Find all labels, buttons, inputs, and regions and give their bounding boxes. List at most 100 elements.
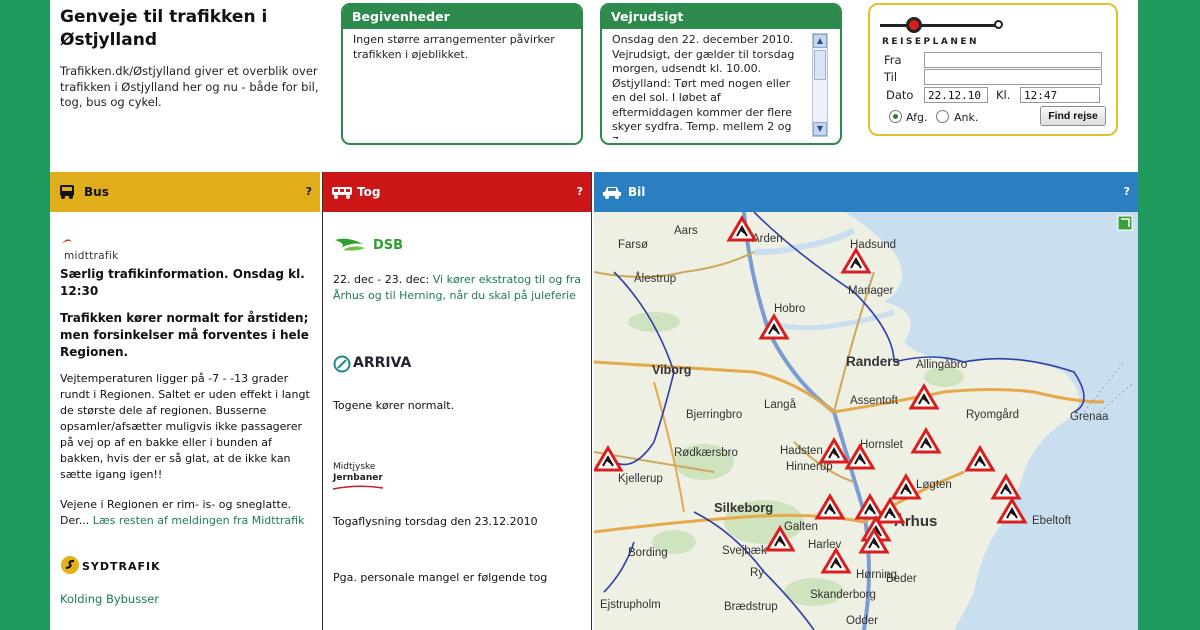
train-body: DSB 22. dec - 23. dec: Vi kører ekstrato…	[323, 234, 591, 586]
from-label: Fra	[884, 53, 902, 67]
place-ryomgard: Ryomgård	[966, 409, 1019, 421]
scroll-down-icon[interactable]: ▼	[813, 122, 827, 136]
midtjyske-jernbaner-logo: Midtjyske Jernbaner	[333, 462, 581, 490]
place-viborg: Viborg	[652, 363, 691, 377]
place-farso: Farsø	[618, 239, 648, 251]
time-label: Kl.	[996, 88, 1011, 102]
dsb-message: 22. dec - 23. dec: Vi kører ekstratog ti…	[333, 272, 581, 304]
page: Genveje til trafikken i Østjylland Trafi…	[50, 0, 1138, 630]
car-title: Bil	[628, 185, 646, 199]
place-svejbaek: Svejbæk	[722, 545, 767, 557]
find-journey-button[interactable]: Find rejse	[1040, 106, 1106, 126]
bus-headline: Særlig trafikinformation. Onsdag kl. 12:…	[60, 267, 305, 298]
bus-help-link[interactable]: ?	[306, 172, 312, 212]
place-alestrup: Ålestrup	[634, 272, 676, 285]
place-arden: Arden	[752, 233, 783, 245]
place-hobro: Hobro	[774, 303, 805, 315]
date-label: Dato	[886, 88, 914, 102]
arrival-radio[interactable]	[936, 110, 949, 123]
journey-logo-line	[880, 24, 998, 27]
place-rodkaersbro: Rødkærsbro	[674, 447, 738, 459]
arriva-status: Togene kører normalt.	[333, 399, 455, 412]
car-header: Bil ?	[594, 172, 1138, 212]
place-randers: Randers	[846, 354, 900, 369]
car-column: Bil ? Aars Arden Hadsund Farsø Ålestrup …	[594, 172, 1138, 630]
dsb-dates: 22. dec - 23. dec:	[333, 273, 430, 286]
sydtrafik-logo: SYDTRAFIK	[60, 555, 310, 579]
weather-panel: Vejrudsigt Onsdag den 22. december 2010.…	[600, 3, 842, 145]
place-ry: Ry	[750, 567, 764, 579]
train-cancel-text: Togaflysning torsdag den 23.12.2010	[333, 515, 538, 528]
place-aars: Aars	[674, 225, 698, 237]
to-input[interactable]	[924, 69, 1102, 85]
time-input[interactable]	[1020, 87, 1100, 103]
from-input[interactable]	[924, 52, 1102, 68]
journey-logo-dot	[906, 17, 922, 33]
bus-body: midttrafik Særlig trafikinformation. Ons…	[50, 236, 320, 607]
midtjyske-jernbaner-swoosh	[333, 485, 383, 490]
train-help-link[interactable]: ?	[577, 172, 583, 212]
events-panel: Begivenheder Ingen større arrangementer …	[341, 3, 583, 145]
bus-header: Bus ?	[50, 172, 320, 212]
scroll-thumb[interactable]	[814, 50, 826, 80]
place-ejstrupholm: Ejstrupholm	[600, 599, 661, 611]
place-logten: Løgten	[916, 479, 952, 491]
arriva-logo-text: ARRIVA	[353, 355, 412, 371]
journey-logo-end	[994, 20, 1003, 29]
dsb-logo: DSB	[333, 234, 581, 260]
page-title: Genveje til trafikken i Østjylland	[60, 7, 268, 50]
place-bjerringbro: Bjerringbro	[686, 409, 742, 421]
bus-column: Bus ? midttrafik Særlig trafikinformatio…	[50, 172, 320, 630]
train-header: Tog ?	[323, 172, 591, 212]
traffic-map[interactable]: Aars Arden Hadsund Farsø Ålestrup Hobro …	[594, 212, 1138, 630]
midttrafik-logo: midttrafik	[60, 236, 310, 262]
arriva-logo-icon	[333, 355, 351, 373]
place-kjellerup: Kjellerup	[618, 473, 663, 485]
place-horning: Hørning	[856, 569, 897, 581]
intro: Genveje til trafikken i Østjylland Trafi…	[60, 6, 330, 111]
place-silkeborg: Silkeborg	[714, 500, 773, 515]
weather-scrollbar[interactable]: ▲ ▼	[812, 33, 828, 137]
bus-body-text: Vejtemperaturen ligger på -7 - -13 grade…	[60, 372, 310, 481]
midtjyske-jernbaner-line1: Midtjyske	[333, 462, 376, 472]
bus-more-link[interactable]: Læs resten af meldingen fra Midttrafik	[93, 514, 305, 527]
scroll-up-icon[interactable]: ▲	[813, 34, 827, 48]
place-allingabro: Allingåbro	[916, 359, 967, 371]
place-assentoft: Assentoft	[850, 395, 899, 407]
place-bording: Bording	[628, 547, 668, 559]
car-help-link[interactable]: ?	[1124, 172, 1130, 212]
arrival-label: Ank.	[954, 111, 979, 124]
departure-radio[interactable]	[889, 110, 902, 123]
weather-title: Vejrudsigt	[602, 5, 840, 29]
midttrafik-logo-text: midttrafik	[64, 250, 119, 262]
place-braedstrup: Brædstrup	[724, 601, 778, 613]
sydtrafik-logo-icon	[61, 556, 79, 574]
place-langa: Langå	[764, 399, 797, 411]
bus-subheadline: Trafikken kører normalt for årstiden; me…	[60, 311, 309, 359]
place-hornslet: Hornslet	[860, 439, 904, 451]
departure-label: Afg.	[906, 111, 928, 124]
place-odder: Odder	[846, 615, 878, 627]
dsb-logo-text: DSB	[373, 238, 404, 253]
journey-planner: REISEPLANEN Fra Til Dato Kl. Afg. Ank. F…	[868, 3, 1118, 136]
place-hadsten: Hadsten	[780, 445, 823, 457]
bus-title: Bus	[84, 185, 109, 199]
train-title: Tog	[357, 185, 381, 199]
train-icon	[332, 187, 352, 199]
place-galten: Galten	[784, 521, 818, 533]
bus-body-text-2: Vejene i Regionen er rim- is- og sneglat…	[60, 497, 310, 529]
place-ebeltoft: Ebeltoft	[1032, 515, 1072, 527]
kolding-link[interactable]: Kolding Bybusser	[60, 591, 310, 607]
map-fullscreen-icon[interactable]	[1117, 215, 1133, 231]
sydtrafik-logo-text: SYDTRAFIK	[82, 560, 161, 573]
journey-title: REISEPLANEN	[882, 37, 980, 47]
place-skanderborg: Skanderborg	[810, 589, 876, 601]
events-title: Begivenheder	[343, 5, 581, 29]
place-mariager: Mariager	[848, 285, 894, 297]
intro-text: Trafikken.dk/Østjylland giver et overbli…	[60, 64, 319, 109]
bus-icon	[60, 185, 74, 199]
midtjyske-jernbaner-line2: Jernbaner	[333, 473, 383, 483]
date-input[interactable]	[924, 87, 988, 103]
arriva-logo: ARRIVA	[333, 354, 581, 376]
car-icon	[603, 187, 621, 199]
